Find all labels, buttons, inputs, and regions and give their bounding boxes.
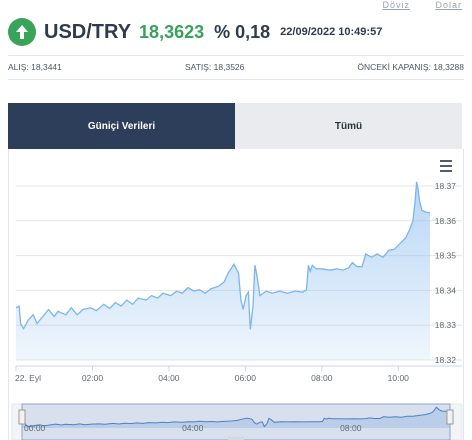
navigator-tick-label: 08:00 — [340, 423, 362, 433]
x-tick-label: 02:00 — [82, 373, 104, 383]
x-tick-label: 04:00 — [158, 373, 180, 383]
price-area — [16, 181, 430, 360]
y-tick-label: 18.32 — [435, 355, 457, 365]
navigator-tick-label: 04:00 — [182, 423, 204, 433]
price-chart: 18.32 18.33 18.34 18.35 18.36 18.37 22. Eyl 02… — [11, 181, 463, 440]
y-tick-label: 18.37 — [435, 181, 457, 191]
navigator-handle-right — [446, 409, 454, 425]
y-tick-label: 18.33 — [435, 320, 457, 330]
x-tick-label: 10:00 — [388, 373, 410, 383]
hamburger-icon[interactable] — [440, 160, 452, 172]
x-tick-label: 08:00 — [311, 373, 333, 383]
y-tick-label: 18.34 — [435, 285, 457, 295]
x-tick-label: 06:00 — [235, 373, 257, 383]
x-tick-label: 22. Eyl — [15, 373, 41, 383]
navigator-tick-label: 00:00 — [24, 423, 46, 433]
y-tick-label: 18.35 — [435, 251, 457, 261]
navigator-selection — [21, 403, 451, 440]
y-tick-label: 18.36 — [435, 216, 457, 226]
navigator-handle-left — [18, 409, 26, 425]
